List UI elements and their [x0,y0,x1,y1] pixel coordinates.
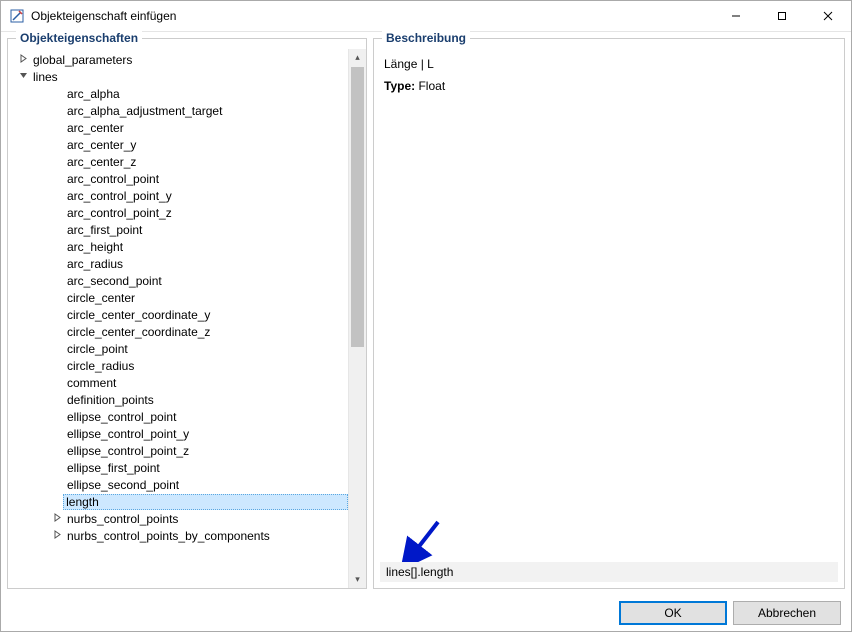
tree-item[interactable]: arc_center_y [12,136,348,153]
description-type: Type: Float [384,79,834,93]
tree-item-label: arc_center [64,120,127,136]
description-text: Länge | L [384,57,834,71]
chevron-right-icon[interactable] [16,54,30,66]
chevron-right-icon[interactable] [50,513,64,525]
tree-item-label: arc_height [64,239,126,255]
tree-item[interactable]: circle_radius [12,357,348,374]
tree-item[interactable]: arc_control_point_z [12,204,348,221]
tree-item-label: ellipse_control_point_z [64,443,192,459]
tree-item-label: circle_center [64,290,138,306]
tree-item[interactable]: circle_center [12,289,348,306]
tree-item-label: circle_radius [64,358,137,374]
tree-item-label: ellipse_second_point [64,477,182,493]
tree-item-label: definition_points [64,392,157,408]
dialog-content: Objekteigenschaften global_parameterslin… [1,32,851,595]
tree-item[interactable]: comment [12,374,348,391]
tree-item-label: lines [30,69,61,85]
window-controls [713,1,851,31]
cancel-button[interactable]: Abbrechen [733,601,841,625]
tree-item-label: length [63,494,348,510]
properties-panel-title: Objekteigenschaften [16,31,142,45]
tree-item-label: ellipse_control_point [64,409,179,425]
tree-item-label: arc_radius [64,256,126,272]
scroll-down-icon[interactable]: ▾ [349,571,366,588]
tree-item[interactable]: length [12,493,348,510]
tree-item-label: arc_alpha [64,86,123,102]
chevron-down-icon[interactable] [16,71,30,83]
tree-item[interactable]: circle_center_coordinate_z [12,323,348,340]
tree-item-label: ellipse_control_point_y [64,426,192,442]
tree-item[interactable]: nurbs_control_points [12,510,348,527]
tree-item-label: arc_alpha_adjustment_target [64,103,225,119]
maximize-button[interactable] [759,1,805,31]
tree-item[interactable]: arc_radius [12,255,348,272]
tree-item-label: arc_first_point [64,222,145,238]
tree-item[interactable]: arc_center_z [12,153,348,170]
tree-item[interactable]: ellipse_control_point_y [12,425,348,442]
tree-item-label: arc_center_z [64,154,139,170]
minimize-button[interactable] [713,1,759,31]
tree-group[interactable]: lines [12,68,348,85]
description-panel-title: Beschreibung [382,31,470,45]
tree-item-label: nurbs_control_points_by_components [64,528,273,544]
tree-wrap: global_parameterslinesarc_alphaarc_alpha… [8,49,366,588]
description-body: Länge | L Type: Float lines[].length [374,49,844,588]
properties-panel: Objekteigenschaften global_parameterslin… [7,38,367,589]
tree-item[interactable]: ellipse_control_point [12,408,348,425]
tree-item-label: arc_control_point [64,171,162,187]
tree-item[interactable]: arc_height [12,238,348,255]
scroll-up-icon[interactable]: ▴ [349,49,366,66]
annotation-arrow-icon [398,518,446,566]
property-path-box: lines[].length [380,562,838,582]
tree-item[interactable]: circle_point [12,340,348,357]
tree-item[interactable]: arc_second_point [12,272,348,289]
tree-item[interactable]: arc_first_point [12,221,348,238]
tree-item-label: circle_center_coordinate_z [64,324,213,340]
ok-button[interactable]: OK [619,601,727,625]
close-button[interactable] [805,1,851,31]
tree-item-label: arc_control_point_z [64,205,175,221]
tree-item[interactable]: arc_control_point [12,170,348,187]
chevron-right-icon[interactable] [50,530,64,542]
tree-group[interactable]: global_parameters [12,51,348,68]
tree-item-label: arc_second_point [64,273,165,289]
tree-item[interactable]: ellipse_second_point [12,476,348,493]
tree-item[interactable]: arc_center [12,119,348,136]
titlebar: Objekteigenschaft einfügen [1,1,851,32]
tree-item[interactable]: arc_alpha [12,85,348,102]
tree-item[interactable]: ellipse_first_point [12,459,348,476]
type-label: Type: [384,79,415,93]
type-value: Float [418,79,445,93]
tree-item-label: global_parameters [30,52,135,68]
app-icon [9,8,25,24]
tree-item[interactable]: arc_control_point_y [12,187,348,204]
tree-item-label: circle_center_coordinate_y [64,307,213,323]
tree-item-label: circle_point [64,341,131,357]
tree-item[interactable]: ellipse_control_point_z [12,442,348,459]
property-tree[interactable]: global_parameterslinesarc_alphaarc_alpha… [8,49,348,588]
tree-item[interactable]: circle_center_coordinate_y [12,306,348,323]
tree-item[interactable]: definition_points [12,391,348,408]
tree-item-label: nurbs_control_points [64,511,181,527]
dialog-footer: OK Abbrechen [1,595,851,631]
dialog-window: Objekteigenschaft einfügen Objekteigensc… [0,0,852,632]
tree-item-label: ellipse_first_point [64,460,163,476]
tree-scrollbar[interactable]: ▴ ▾ [348,49,366,588]
tree-item-label: comment [64,375,119,391]
tree-item-label: arc_center_y [64,137,139,153]
scroll-thumb[interactable] [351,67,364,347]
window-title: Objekteigenschaft einfügen [31,9,713,23]
description-panel: Beschreibung Länge | L Type: Float lines… [373,38,845,589]
tree-item-label: arc_control_point_y [64,188,175,204]
properties-panel-body: global_parameterslinesarc_alphaarc_alpha… [8,49,366,588]
tree-item[interactable]: arc_alpha_adjustment_target [12,102,348,119]
tree-item[interactable]: nurbs_control_points_by_components [12,527,348,544]
